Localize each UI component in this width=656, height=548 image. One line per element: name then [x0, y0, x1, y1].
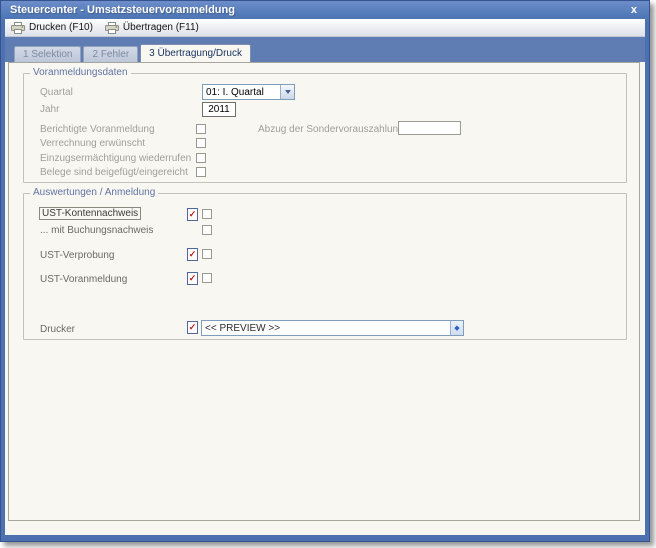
belege-beigefuegt-checkbox[interactable] [196, 167, 206, 177]
drucker-label: Drucker [40, 324, 75, 335]
tab-strip: 1 Selektion 2 Fehler 3 Übertragung/Druck [5, 37, 645, 62]
group-auswertungen-title: Auswertungen / Anmeldung [30, 187, 158, 198]
window-client-area: Drucken (F10) Übertragen (F11) 1 [5, 19, 645, 535]
tab-fehler[interactable]: 2 Fehler [83, 46, 138, 62]
screen: Steuercenter - Umsatzsteuervoranmeldung … [0, 0, 656, 548]
group-voranmeldungsdaten: Voranmeldungsdaten Quartal 01: I. Quarta… [23, 73, 627, 183]
ust-voranmeldung-print-icon[interactable]: ✓ [187, 272, 198, 285]
window-body: Voranmeldungsdaten Quartal 01: I. Quarta… [5, 62, 645, 535]
drucker-spinner-button[interactable]: ◆ [450, 321, 463, 335]
jahr-input[interactable]: 2011 [202, 102, 236, 117]
drucker-value: << PREVIEW >> [202, 321, 450, 335]
einzugsermaechtigung-checkbox[interactable] [196, 153, 206, 163]
ust-verprobung-checkbox[interactable] [202, 249, 212, 259]
close-icon[interactable]: x [629, 5, 639, 16]
ust-kontennachweis-checkbox[interactable] [202, 209, 212, 219]
quartal-dropdown-button[interactable] [280, 85, 294, 99]
ust-voranmeldung-checkbox[interactable] [202, 273, 212, 283]
abzug-sondervorauszahlung-input[interactable] [398, 121, 461, 135]
ust-voranmeldung-label: UST-Voranmeldung [40, 274, 127, 285]
tab-selektion[interactable]: 1 Selektion [14, 46, 81, 62]
group-voranmeldungsdaten-title: Voranmeldungsdaten [30, 67, 131, 78]
tab-page-uebertragung-druck: Voranmeldungsdaten Quartal 01: I. Quarta… [8, 62, 640, 521]
app-window: Steuercenter - Umsatzsteuervoranmeldung … [0, 0, 650, 542]
einzugsermaechtigung-label: Einzugsermächtigung wiederrufen [40, 153, 191, 164]
ust-verprobung-print-icon[interactable]: ✓ [187, 248, 198, 261]
tab-uebertragung-druck[interactable]: 3 Übertragung/Druck [140, 44, 251, 62]
quartal-label: Quartal [40, 87, 73, 98]
drucker-print-icon[interactable]: ✓ [187, 321, 198, 334]
berichtigte-voranmeldung-label: Berichtigte Voranmeldung [40, 124, 155, 135]
belege-beigefuegt-label: Belege sind beigefügt/eingereicht [40, 167, 188, 178]
printer-icon [11, 22, 25, 34]
printer-transfer-icon [105, 22, 119, 34]
titlebar[interactable]: Steuercenter - Umsatzsteuervoranmeldung … [5, 1, 645, 19]
transfer-button[interactable]: Übertragen (F11) [105, 22, 199, 34]
window-title: Steuercenter - Umsatzsteuervoranmeldung [10, 4, 235, 16]
ust-kontennachweis-label: UST-Kontennachweis [39, 207, 141, 220]
drucker-combobox[interactable]: << PREVIEW >> ◆ [201, 320, 464, 336]
abzug-sondervorauszahlung-label: Abzug der Sondervorauszahlung [258, 124, 404, 135]
quartal-value: 01: I. Quartal [203, 85, 280, 99]
berichtigte-voranmeldung-checkbox[interactable] [196, 124, 206, 134]
jahr-label: Jahr [40, 104, 59, 115]
group-auswertungen-anmeldung: Auswertungen / Anmeldung UST-Kontennachw… [23, 193, 627, 340]
mit-buchungsnachweis-checkbox[interactable] [202, 225, 212, 235]
quartal-combobox[interactable]: 01: I. Quartal [202, 84, 295, 100]
ust-verprobung-label: UST-Verprobung [40, 250, 115, 261]
print-button-label: Drucken (F10) [29, 22, 93, 33]
print-button[interactable]: Drucken (F10) [11, 22, 93, 34]
verrechnung-erwuenscht-checkbox[interactable] [196, 138, 206, 148]
ust-kontennachweis-print-icon[interactable]: ✓ [187, 208, 198, 221]
verrechnung-erwuenscht-label: Verrechnung erwünscht [40, 138, 145, 149]
toolbar: Drucken (F10) Übertragen (F11) [5, 19, 645, 37]
mit-buchungsnachweis-label: ... mit Buchungsnachweis [40, 225, 153, 236]
chevron-down-icon [285, 90, 291, 94]
transfer-button-label: Übertragen (F11) [123, 22, 199, 33]
